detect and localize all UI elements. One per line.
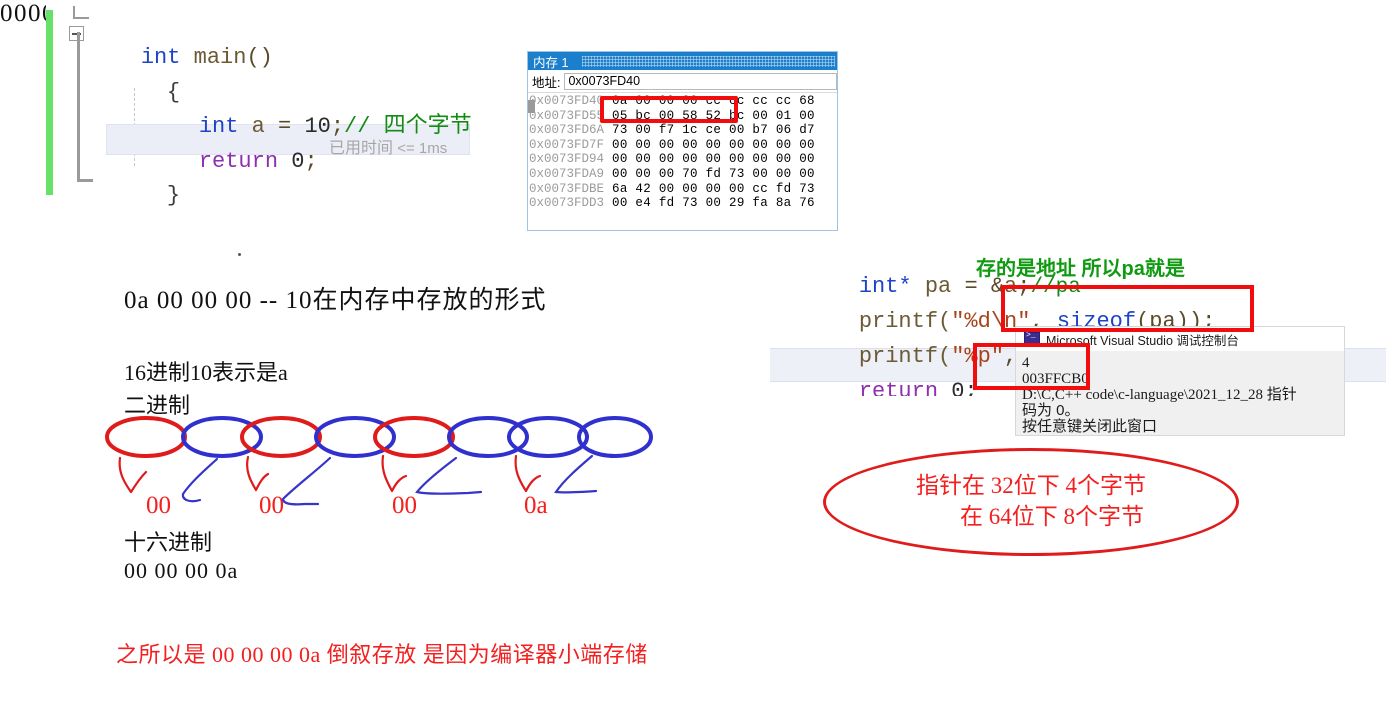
- stray-dot-mark: [238, 253, 241, 256]
- memory-address-input[interactable]: [564, 72, 837, 90]
- annotation-redbox-memory-bytes: [600, 96, 738, 123]
- paren-pair: (): [246, 45, 273, 70]
- outline-vertical-line: [77, 32, 80, 182]
- byte-label-4: 0a: [524, 492, 548, 519]
- memory-row-address: 0x0073FDBE: [529, 181, 605, 196]
- arrow-blue-4: [554, 454, 598, 494]
- memory-row-address: 0x0073FDA9: [529, 166, 605, 181]
- editor-change-bar: [46, 10, 53, 195]
- outline-foot-line: [77, 179, 93, 182]
- annotation-redbox-sizeof: [1001, 285, 1254, 332]
- memory-row: 0x0073FDA9 00 00 00 70 fd 73 00 00 00: [528, 167, 837, 182]
- close-brace: }: [166, 183, 181, 208]
- memory-row: 0x0073FD94 00 00 00 00 00 00 00 00 00: [528, 152, 837, 167]
- memory-window-titlebar[interactable]: 内存 1: [528, 52, 837, 70]
- byte-label-3: 00: [392, 492, 417, 519]
- oval-blue-nibble-4b: [577, 416, 653, 458]
- console-line: 码为 0。: [1022, 402, 1080, 419]
- memory-row-address: 0x0073FD6A: [529, 123, 605, 138]
- oval-blue-nibble-2: [314, 416, 396, 458]
- arrow-blue-3: [415, 456, 483, 495]
- memory-row: 0x0073FDBE 6a 42 00 00 00 00 cc fd 73: [528, 182, 837, 197]
- memory-row-address: 0x0073FD94: [529, 152, 605, 167]
- oval-text-line-2: 在 64位下 8个字节: [960, 504, 1144, 529]
- right-code-line-4[interactable]: return 0;: [806, 359, 978, 397]
- memory-window-title: 内存 1: [533, 55, 569, 70]
- keyword-return: return: [198, 149, 279, 174]
- memory-row-bytes: 73 00 f7 1c ce 00 b7 06 d7: [612, 123, 815, 138]
- memory-caret: [528, 100, 535, 113]
- elapsed-time-value: <= 1ms: [397, 140, 448, 157]
- memory-window[interactable]: 内存 1 地址: 0x0073FD40 0a 00 00 00 cc cc cc…: [527, 51, 838, 231]
- code-line-5[interactable]: }: [114, 163, 180, 229]
- note-hex-ten: 16进制10表示是a: [124, 360, 288, 385]
- oval-blue-nibble-1: [181, 416, 263, 458]
- arrow-red-1: [118, 456, 148, 494]
- arrow-blue-1: [181, 457, 219, 503]
- arrow-red-2: [246, 455, 270, 492]
- note-hex-label: 十六进制: [124, 530, 213, 555]
- memory-address-label: 地址:: [532, 75, 561, 90]
- memory-row-bytes: 6a 42 00 00 00 00 cc fd 73: [612, 181, 815, 196]
- console-line: 按任意键关闭此窗口: [1022, 418, 1158, 435]
- oval-red-nibble-1: [105, 416, 187, 458]
- oval-text-line-1: 指针在 32位下 4个字节: [916, 473, 1146, 498]
- note-hex-form: 0a 00 00 00 -- 10在内存中存放的形式: [124, 287, 547, 314]
- memory-row-address: 0x0073FDD3: [529, 196, 605, 211]
- memory-row-bytes: 00 00 00 00 00 00 00 00 00: [612, 152, 815, 167]
- keyword-return: return: [858, 379, 939, 397]
- elapsed-time-label: 已用时间: [329, 140, 394, 157]
- byte-label-2: 00: [259, 492, 284, 519]
- note-binary-label: 二进制: [124, 393, 191, 418]
- arrow-blue-2: [281, 456, 332, 506]
- oval-blue-nibble-4a: [507, 416, 589, 458]
- oval-blue-nibble-3: [447, 416, 529, 458]
- memory-row-bytes: 00 00 00 00 00 00 00 00 00: [612, 137, 815, 152]
- oval-red-nibble-2: [240, 416, 322, 458]
- left-code-editor[interactable]: int main() { int a = 10;// 四个字节 return 0…: [46, 0, 516, 207]
- note-little-endian-explanation: 之所以是 00 00 00 0a 倒叙存放 是因为编译器小端存储: [116, 642, 648, 667]
- memory-address-bar[interactable]: 地址:: [528, 70, 837, 93]
- memory-row: 0x0073FD7F 00 00 00 00 00 00 00 00 00: [528, 138, 837, 153]
- titlebar-dot-pattern: [582, 56, 835, 67]
- memory-row-bytes: 00 00 00 70 fd 73 00 00 00: [612, 166, 815, 181]
- memory-row-address: 0x0073FD7F: [529, 137, 605, 152]
- annotation-oval-text: 指针在 32位下 4个字节 在 64位下 8个字节: [823, 470, 1239, 532]
- elapsed-time-adornment: 已用时间 <= 1ms: [329, 134, 447, 158]
- literal-0: 0: [291, 149, 305, 174]
- memory-row: 0x0073FD6A 73 00 f7 1c ce 00 b7 06 d7: [528, 123, 837, 138]
- arrow-red-4: [514, 454, 542, 493]
- note-hex-value: 00 00 00 0a: [124, 558, 239, 583]
- memory-row-address: 0x0073FD40: [529, 94, 605, 108]
- memory-row: 0x0073FDD3 00 e4 fd 73 00 29 fa 8a 76: [528, 196, 837, 211]
- outline-top-tick: [73, 6, 89, 19]
- oval-red-nibble-3: [373, 416, 455, 458]
- semicolon: ;: [304, 149, 318, 174]
- memory-row-address: 0x0073FD55: [529, 108, 605, 123]
- byte-label-1: 00: [146, 492, 171, 519]
- annotation-redbox-printf-p: [973, 343, 1090, 390]
- identifier-main: main: [193, 45, 247, 70]
- memory-row-bytes: 00 e4 fd 73 00 29 fa 8a 76: [612, 196, 815, 211]
- arrow-red-3: [381, 454, 408, 493]
- return-value: 0;: [938, 379, 978, 397]
- comment-green-chinese: 存的是地址 所以pa就是: [976, 258, 1185, 280]
